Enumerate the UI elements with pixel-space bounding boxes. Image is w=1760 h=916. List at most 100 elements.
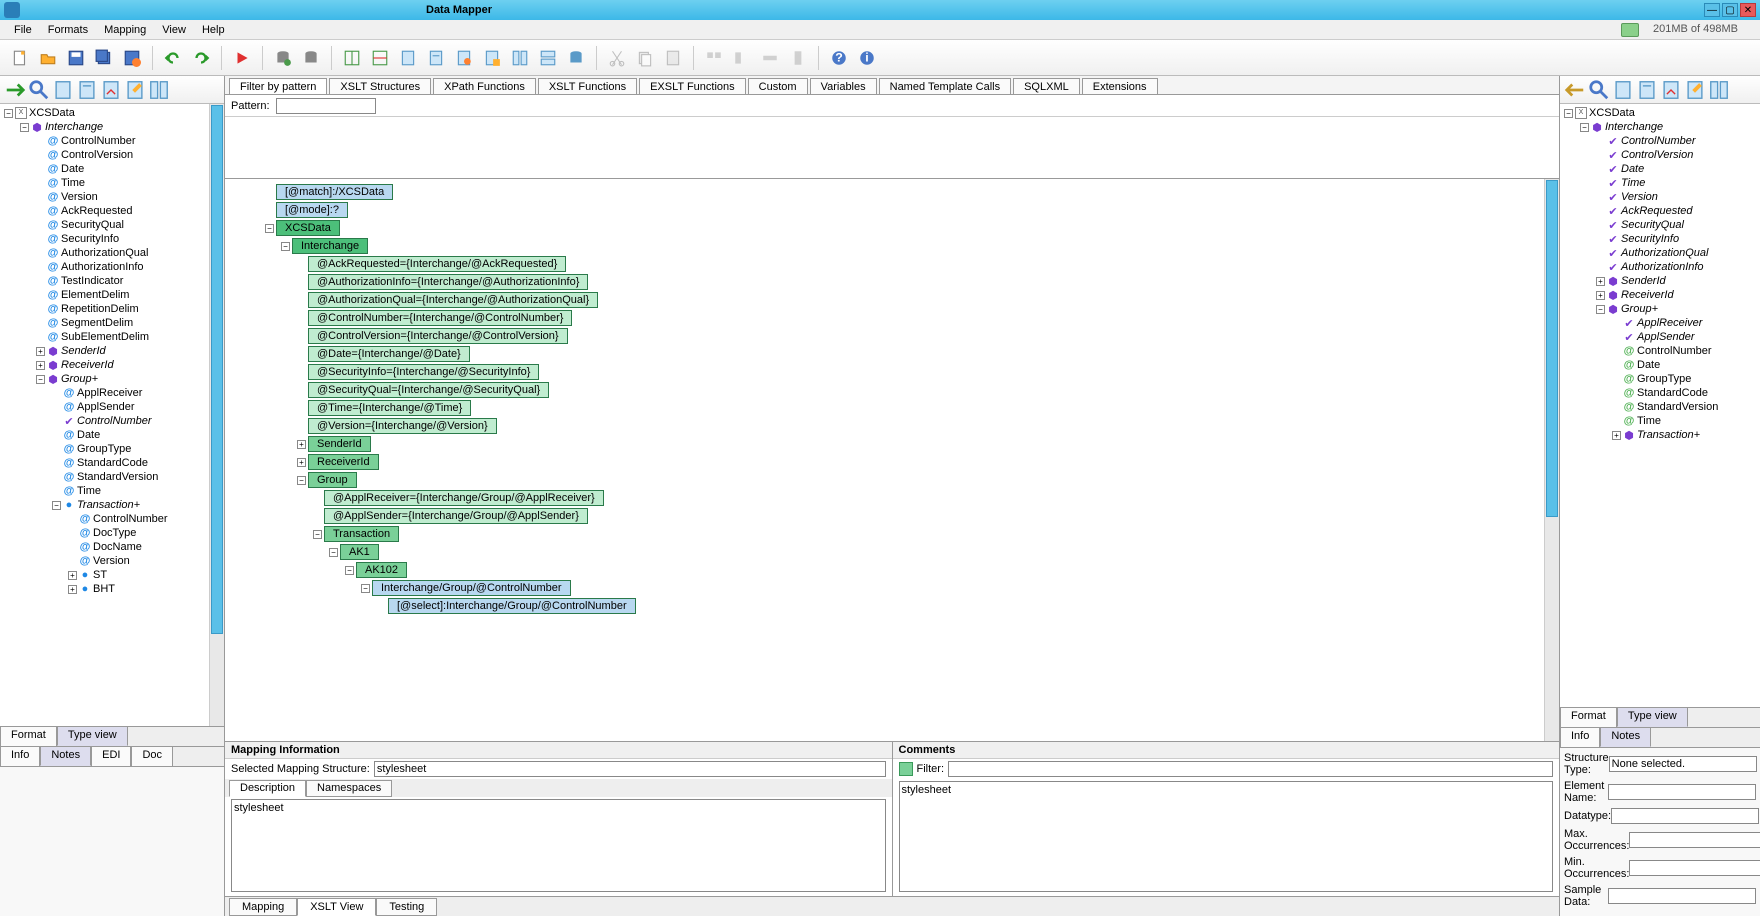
tree-item[interactable]: +⬢Transaction+ — [1560, 428, 1760, 442]
map-node-box[interactable]: [@select]:Interchange/Group/@ControlNumb… — [388, 598, 636, 614]
tree-item[interactable]: ✔Date — [1560, 162, 1760, 176]
map-node[interactable]: −Group — [297, 471, 1559, 489]
map-node-box[interactable]: @ApplSender={Interchange/Group/@ApplSend… — [324, 508, 588, 524]
map-node[interactable]: −AK102 — [345, 561, 1559, 579]
right-tb-3-icon[interactable] — [1612, 79, 1634, 101]
map-node[interactable]: −Transaction — [313, 525, 1559, 543]
map-node[interactable]: −Interchange/Group/@ControlNumber — [361, 579, 1559, 597]
map-node-box[interactable]: XCSData — [276, 220, 340, 236]
left-tb-7-icon[interactable] — [148, 79, 170, 101]
map-node[interactable]: @Version={Interchange/@Version} — [297, 417, 1559, 435]
pattern-input[interactable] — [276, 98, 376, 114]
menu-formats[interactable]: Formats — [40, 22, 96, 38]
rd-datatype-input[interactable] — [1611, 808, 1759, 824]
comments-body[interactable]: stylesheet — [899, 781, 1554, 892]
minimize-button[interactable]: — — [1704, 3, 1720, 17]
tree-toggle[interactable]: + — [68, 571, 77, 580]
map-node[interactable]: @AuthorizationQual={Interchange/@Authori… — [297, 291, 1559, 309]
tree-toggle[interactable]: − — [1580, 123, 1589, 132]
tree-item[interactable]: +●BHT — [0, 582, 224, 596]
map-toggle[interactable]: − — [265, 224, 274, 233]
db2-icon[interactable] — [564, 46, 588, 70]
menu-view[interactable]: View — [154, 22, 194, 38]
menu-mapping[interactable]: Mapping — [96, 22, 154, 38]
tree-item[interactable]: @SecurityInfo — [0, 232, 224, 246]
left-tb-2-icon[interactable] — [28, 79, 50, 101]
rd-minocc-input[interactable] — [1629, 860, 1760, 876]
rd-elname-input[interactable] — [1608, 784, 1756, 800]
tree-item[interactable]: @ElementDelim — [0, 288, 224, 302]
db-sync-icon[interactable] — [299, 46, 323, 70]
map-node[interactable]: @ApplReceiver={Interchange/Group/@ApplRe… — [313, 489, 1559, 507]
left-tree-container[interactable]: −XXCSData−⬢Interchange@ControlNumber@Con… — [0, 104, 224, 726]
tree-item[interactable]: @AckRequested — [0, 204, 224, 218]
map-node[interactable]: @ApplSender={Interchange/Group/@ApplSend… — [313, 507, 1559, 525]
grid3-icon[interactable] — [508, 46, 532, 70]
doc3-icon[interactable] — [452, 46, 476, 70]
tree-item[interactable]: +⬢ReceiverId — [1560, 288, 1760, 302]
map-node[interactable]: −Interchange — [281, 237, 1559, 255]
new-icon[interactable] — [8, 46, 32, 70]
map-node-box[interactable]: @SecurityQual={Interchange/@SecurityQual… — [308, 382, 549, 398]
tree-item[interactable]: +⬢ReceiverId — [0, 358, 224, 372]
tab-filter[interactable]: Filter by pattern — [229, 78, 327, 94]
save-icon[interactable] — [64, 46, 88, 70]
info-icon[interactable]: i — [855, 46, 879, 70]
tab-sqlxml[interactable]: SQLXML — [1013, 78, 1080, 94]
right-tree-container[interactable]: −XXCSData−⬢Interchange✔ControlNumber✔Con… — [1560, 104, 1760, 707]
map-canvas[interactable]: [@match]:/XCSData[@mode]:?−XCSData−Inter… — [225, 179, 1559, 741]
map-node[interactable]: −XCSData — [265, 219, 1559, 237]
map-node[interactable]: @AckRequested={Interchange/@AckRequested… — [297, 255, 1559, 273]
tab-exslt[interactable]: EXSLT Functions — [639, 78, 746, 94]
tree-item[interactable]: @Date — [0, 162, 224, 176]
left-tab-typeview[interactable]: Type view — [57, 726, 128, 746]
cut-icon[interactable] — [605, 46, 629, 70]
map-node[interactable]: @ControlVersion={Interchange/@ControlVer… — [297, 327, 1559, 345]
tree-toggle[interactable]: − — [20, 123, 29, 132]
map-node[interactable]: @SecurityInfo={Interchange/@SecurityInfo… — [297, 363, 1559, 381]
save-all-icon[interactable] — [92, 46, 116, 70]
tree-item[interactable]: @Date — [0, 428, 224, 442]
tree-item[interactable]: −XXCSData — [0, 106, 224, 120]
tree-item[interactable]: ✔ApplSender — [1560, 330, 1760, 344]
map-toggle[interactable]: + — [297, 440, 306, 449]
tree-item[interactable]: @SecurityQual — [0, 218, 224, 232]
map-node-box[interactable]: @SecurityInfo={Interchange/@SecurityInfo… — [308, 364, 539, 380]
map-toggle[interactable]: − — [281, 242, 290, 251]
tree-item[interactable]: +⬢SenderId — [1560, 274, 1760, 288]
tree-item[interactable]: @TestIndicator — [0, 274, 224, 288]
tree-item[interactable]: @StandardCode — [0, 456, 224, 470]
tab-named-tpl[interactable]: Named Template Calls — [879, 78, 1011, 94]
filter-input[interactable] — [948, 761, 1553, 777]
tree-item[interactable]: −⬢Interchange — [0, 120, 224, 134]
tree-item[interactable]: @StandardVersion — [1560, 400, 1760, 414]
db-add-icon[interactable] — [271, 46, 295, 70]
map-node-box[interactable]: AK1 — [340, 544, 379, 560]
tree-toggle[interactable]: − — [4, 109, 13, 118]
map-node-box[interactable]: Group — [308, 472, 357, 488]
tree-item[interactable]: @DocName — [0, 540, 224, 554]
doc2-icon[interactable] — [424, 46, 448, 70]
tree-toggle[interactable]: − — [52, 501, 61, 510]
map-node-box[interactable]: @ControlVersion={Interchange/@ControlVer… — [308, 328, 568, 344]
map-node-box[interactable]: @ApplReceiver={Interchange/Group/@ApplRe… — [324, 490, 604, 506]
align2-icon[interactable] — [730, 46, 754, 70]
save-as-icon[interactable] — [120, 46, 144, 70]
tree-item[interactable]: @RepetitionDelim — [0, 302, 224, 316]
map-toggle[interactable]: − — [313, 530, 322, 539]
tab-variables[interactable]: Variables — [810, 78, 877, 94]
tree-item[interactable]: @Date — [1560, 358, 1760, 372]
tree-item[interactable]: ✔SecurityQual — [1560, 218, 1760, 232]
left-tb-5-icon[interactable] — [100, 79, 122, 101]
doc4-icon[interactable] — [480, 46, 504, 70]
grid2-icon[interactable] — [368, 46, 392, 70]
map-node-box[interactable]: [@mode]:? — [276, 202, 348, 218]
menu-file[interactable]: File — [6, 22, 40, 38]
map-node-box[interactable]: @Time={Interchange/@Time} — [308, 400, 471, 416]
maximize-button[interactable]: ▢ — [1722, 3, 1738, 17]
btab-xslt-view[interactable]: XSLT View — [297, 898, 376, 916]
tree-item[interactable]: ✔ControlNumber — [1560, 134, 1760, 148]
close-button[interactable]: ✕ — [1740, 3, 1756, 17]
tree-item[interactable]: @DocType — [0, 526, 224, 540]
map-node-box[interactable]: Transaction — [324, 526, 399, 542]
